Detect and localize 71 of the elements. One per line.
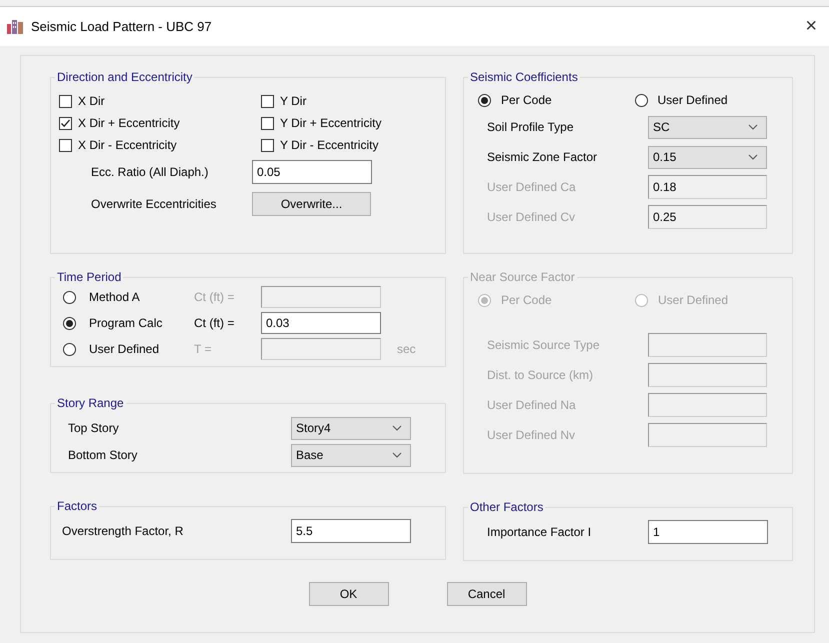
group-title: Near Source Factor [469,270,576,284]
field-label: Top Story [67,421,120,435]
input-field[interactable] [648,363,767,387]
field-label: User Defined Na [486,398,577,412]
radio-label: Per Code [501,293,552,307]
radio-button[interactable] [634,94,648,106]
parameter-label: Ct (ft) = [193,316,236,330]
radio-button[interactable] [63,316,76,330]
group-title: Factors [56,499,98,513]
radio-label: Per Code [501,93,552,107]
field-label: Soil Profile Type [486,120,574,134]
parameter-field[interactable] [261,338,381,360]
checkbox[interactable] [261,116,274,130]
dropdown[interactable]: 0.15 [648,146,767,168]
parameter-label: Ct (ft) = [193,290,236,304]
ok-button[interactable]: OK [308,582,388,606]
chevron-down-icon [392,425,402,431]
checkbox-label: X Dir + Eccentricity [78,116,180,130]
field-label: Overstrength Factor, R [61,524,184,538]
input-field[interactable]: 1 [648,520,768,544]
field-label: Seismic Source Type [486,338,600,352]
field-label: User Defined Nv [486,428,576,442]
unit-label: sec [397,342,416,356]
field-label: Overwrite Eccentricities [90,197,218,211]
field-label: User Defined Ca [486,180,577,194]
chevron-down-icon [748,124,758,130]
checkbox-label: X Dir [78,94,105,108]
cancel-button[interactable]: Cancel [446,582,526,606]
checkbox-label: X Dir - Eccentricity [78,138,177,152]
input-field[interactable] [648,333,767,357]
radio-label: Program Calc [88,316,164,330]
group-title: Story Range [56,396,125,410]
radio-button[interactable] [478,94,491,106]
checkbox-label: Y Dir + Eccentricity [280,116,382,130]
group-title: Seismic Coefficients [469,70,579,84]
ecc-ratio-field[interactable]: 0.05 [252,160,372,184]
checkbox-label: Y Dir [280,94,306,108]
radio-label: User Defined [658,293,728,307]
chevron-down-icon [392,452,402,458]
field-label: Seismic Zone Factor [486,150,598,164]
checkbox[interactable] [261,94,274,108]
field-label: Bottom Story [67,448,138,462]
checkbox[interactable] [261,138,274,152]
group-title: Direction and Eccentricity [56,70,194,84]
dropdown[interactable]: Base [291,444,411,466]
checkbox[interactable] [59,94,72,108]
input-field[interactable]: 5.5 [291,519,411,543]
chevron-down-icon [748,154,758,160]
group-title: Time Period [56,270,122,284]
field-label: Ecc. Ratio (All Diaph.) [90,165,210,179]
overwrite-button[interactable]: Overwrite... [252,192,371,216]
close-button[interactable]: × [805,15,817,38]
checkbox[interactable] [59,116,72,130]
dropdown[interactable]: Story4 [291,416,411,440]
field-label: User Defined Cv [486,210,576,224]
window-title: Seismic Load Pattern - UBC 97 [31,19,213,34]
radio-label: Method A [88,290,141,304]
app-icon [7,19,23,34]
dropdown[interactable]: SC [648,116,767,138]
parameter-label: T = [193,342,212,356]
field-label: Importance Factor I [486,525,592,539]
checkbox[interactable] [59,138,72,152]
input-field[interactable] [648,393,767,417]
field-label: Dist. to Source (km) [486,368,594,382]
parameter-field[interactable] [261,286,381,308]
parameter-field[interactable]: 0.03 [261,312,381,334]
group-title: Other Factors [469,500,544,514]
radio-label: User Defined [88,342,160,356]
radio-label: User Defined [658,93,728,107]
checkbox-label: Y Dir - Eccentricity [280,138,378,152]
input-field[interactable] [648,423,767,447]
